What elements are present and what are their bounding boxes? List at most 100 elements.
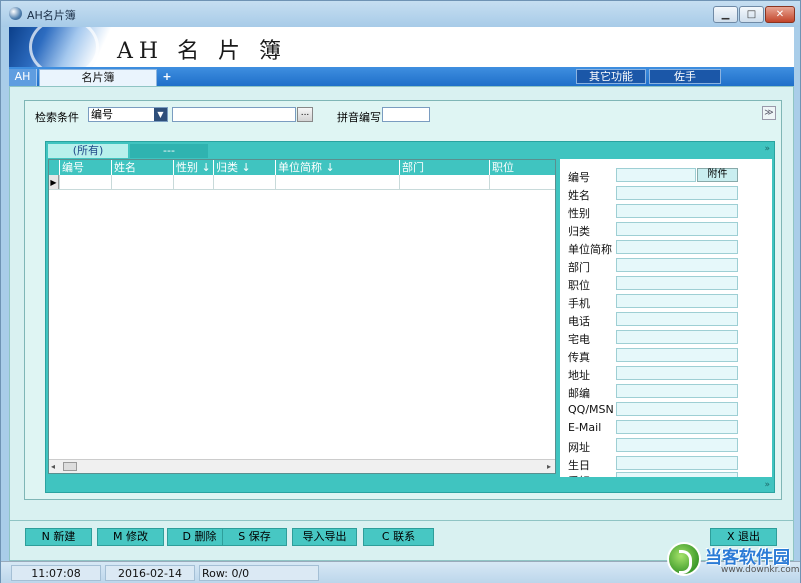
- content-area: 检索条件 编号 ▼ ... 拼音编写 ≫ (所有) --- » 编号 姓名 性别…: [24, 100, 782, 500]
- other-functions-button[interactable]: 其它功能: [576, 69, 646, 84]
- detail-input[interactable]: [616, 438, 738, 452]
- collapse-icon[interactable]: ≫: [762, 106, 776, 120]
- table-cell[interactable]: [111, 175, 173, 190]
- detail-input[interactable]: [616, 168, 696, 182]
- detail-input[interactable]: [616, 384, 738, 398]
- detail-field-company: 单位简称: [560, 239, 772, 256]
- table-row[interactable]: [49, 175, 555, 190]
- scroll-left-icon[interactable]: ◂: [51, 460, 55, 473]
- detail-field-mobile: 手机: [560, 293, 772, 310]
- detail-label: 宅电: [568, 333, 590, 346]
- detail-field-address: 地址: [560, 365, 772, 382]
- detail-input[interactable]: [616, 402, 738, 416]
- detail-label: E-Mail: [568, 421, 602, 434]
- search-field-select[interactable]: 编号 ▼: [88, 107, 168, 122]
- column-header-name[interactable]: 姓名: [111, 160, 173, 175]
- status-time: 11:07:08: [11, 565, 101, 581]
- detail-field-website: 网址: [560, 437, 772, 454]
- detail-label: 性别: [568, 207, 590, 220]
- detail-input[interactable]: [616, 456, 738, 470]
- detail-input[interactable]: [616, 348, 738, 362]
- grid-header: 编号 姓名 性别 ↓ 归类 ↓ 单位简称 ↓ 部门 职位: [49, 160, 555, 175]
- search-field-value: 编号: [91, 108, 113, 121]
- detail-field-postcode: 邮编: [560, 383, 772, 400]
- title-bar: AH名片簿 ▁ □ ✕: [1, 1, 800, 27]
- close-button[interactable]: ✕: [765, 6, 795, 23]
- scroll-right-icon[interactable]: ▸: [547, 460, 551, 473]
- detail-field-birthday: 生日: [560, 455, 772, 472]
- list-container: (所有) --- » 编号 姓名 性别 ↓ 归类 ↓ 单位简称 ↓ 部门 职位 …: [45, 141, 775, 493]
- detail-input[interactable]: [616, 186, 738, 200]
- detail-input[interactable]: [616, 222, 738, 236]
- table-cell[interactable]: [275, 175, 399, 190]
- assistant-button[interactable]: 佐手: [649, 69, 721, 84]
- watermark-logo-icon: [667, 542, 701, 576]
- pinyin-input[interactable]: [382, 107, 430, 122]
- app-window: AH名片簿 ▁ □ ✕ AH 名 片 簿 AH 名片簿 + 其它功能 佐手 检索…: [0, 0, 801, 583]
- detail-label: 爱好: [568, 473, 590, 477]
- scroll-thumb[interactable]: [63, 462, 77, 471]
- detail-field-email: E-Mail: [560, 419, 772, 436]
- status-date: 2016-02-14: [105, 565, 195, 581]
- category-scroll-icon[interactable]: »: [764, 144, 770, 154]
- app-icon: [9, 7, 22, 20]
- chevron-down-icon[interactable]: ▼: [154, 108, 167, 121]
- column-header-department[interactable]: 部门: [399, 160, 489, 175]
- table-cell[interactable]: [213, 175, 275, 190]
- tab-strip: AH 名片簿 + 其它功能 佐手: [9, 67, 794, 86]
- column-header-id[interactable]: 编号: [59, 160, 111, 175]
- table-cell[interactable]: [173, 175, 213, 190]
- add-tab-button[interactable]: +: [159, 69, 175, 86]
- detail-input[interactable]: [616, 204, 738, 218]
- column-header-gender[interactable]: 性别 ↓: [173, 160, 213, 175]
- search-browse-button[interactable]: ...: [297, 107, 313, 122]
- detail-scroll-icon[interactable]: »: [764, 480, 770, 490]
- detail-field-position: 职位: [560, 275, 772, 292]
- detail-input[interactable]: [616, 294, 738, 308]
- maximize-button[interactable]: □: [739, 6, 764, 23]
- detail-input[interactable]: [616, 258, 738, 272]
- detail-input[interactable]: [616, 330, 738, 344]
- detail-field-gender: 性别: [560, 203, 772, 220]
- column-header-position[interactable]: 职位: [489, 160, 555, 175]
- contacts-grid[interactable]: 编号 姓名 性别 ↓ 归类 ↓ 单位简称 ↓ 部门 职位 ▶ ◂ ▸: [48, 159, 556, 474]
- detail-input[interactable]: [616, 276, 738, 290]
- detail-label: 编号: [568, 171, 590, 184]
- edit-button[interactable]: M 修改: [97, 528, 164, 546]
- contact-button[interactable]: C 联系: [363, 528, 434, 546]
- table-cell[interactable]: [59, 175, 111, 190]
- detail-label: 传真: [568, 351, 590, 364]
- category-tab-dash[interactable]: ---: [130, 144, 208, 158]
- detail-field-home-phone: 宅电: [560, 329, 772, 346]
- tab-ah[interactable]: AH: [9, 69, 37, 86]
- new-button[interactable]: N 新建: [25, 528, 92, 546]
- pinyin-label: 拼音编写: [337, 111, 381, 124]
- detail-field-phone: 电话: [560, 311, 772, 328]
- detail-input[interactable]: [616, 312, 738, 326]
- detail-input[interactable]: [616, 420, 738, 434]
- detail-label: 姓名: [568, 189, 590, 202]
- banner-swirl: [29, 27, 99, 67]
- app-banner: AH 名 片 簿: [9, 27, 794, 67]
- save-button[interactable]: S 保存: [222, 528, 287, 546]
- detail-input[interactable]: [616, 472, 738, 477]
- import-export-button[interactable]: 导入导出: [292, 528, 357, 546]
- detail-input[interactable]: [616, 240, 738, 254]
- detail-label: 职位: [568, 279, 590, 292]
- category-tab-all[interactable]: (所有): [48, 144, 128, 158]
- detail-label: 邮编: [568, 387, 590, 400]
- attachment-button[interactable]: 附件: [697, 168, 738, 182]
- tab-card-book[interactable]: 名片簿: [39, 69, 157, 86]
- horizontal-scrollbar[interactable]: ◂ ▸: [49, 459, 555, 473]
- detail-panel: 编号 附件 姓名 性别 归类 单位简称 部门 职位 手机 电话 宅电 传真 地址…: [560, 159, 772, 477]
- column-header-company[interactable]: 单位简称 ↓: [275, 160, 399, 175]
- table-cell[interactable]: [399, 175, 489, 190]
- search-input[interactable]: [172, 107, 296, 122]
- minimize-button[interactable]: ▁: [713, 6, 738, 23]
- detail-field-id: 编号 附件: [560, 167, 772, 184]
- detail-input[interactable]: [616, 366, 738, 380]
- column-header-category[interactable]: 归类 ↓: [213, 160, 275, 175]
- detail-label: 网址: [568, 441, 590, 454]
- table-cell[interactable]: [489, 175, 555, 190]
- status-row-count: Row: 0/0: [199, 565, 319, 581]
